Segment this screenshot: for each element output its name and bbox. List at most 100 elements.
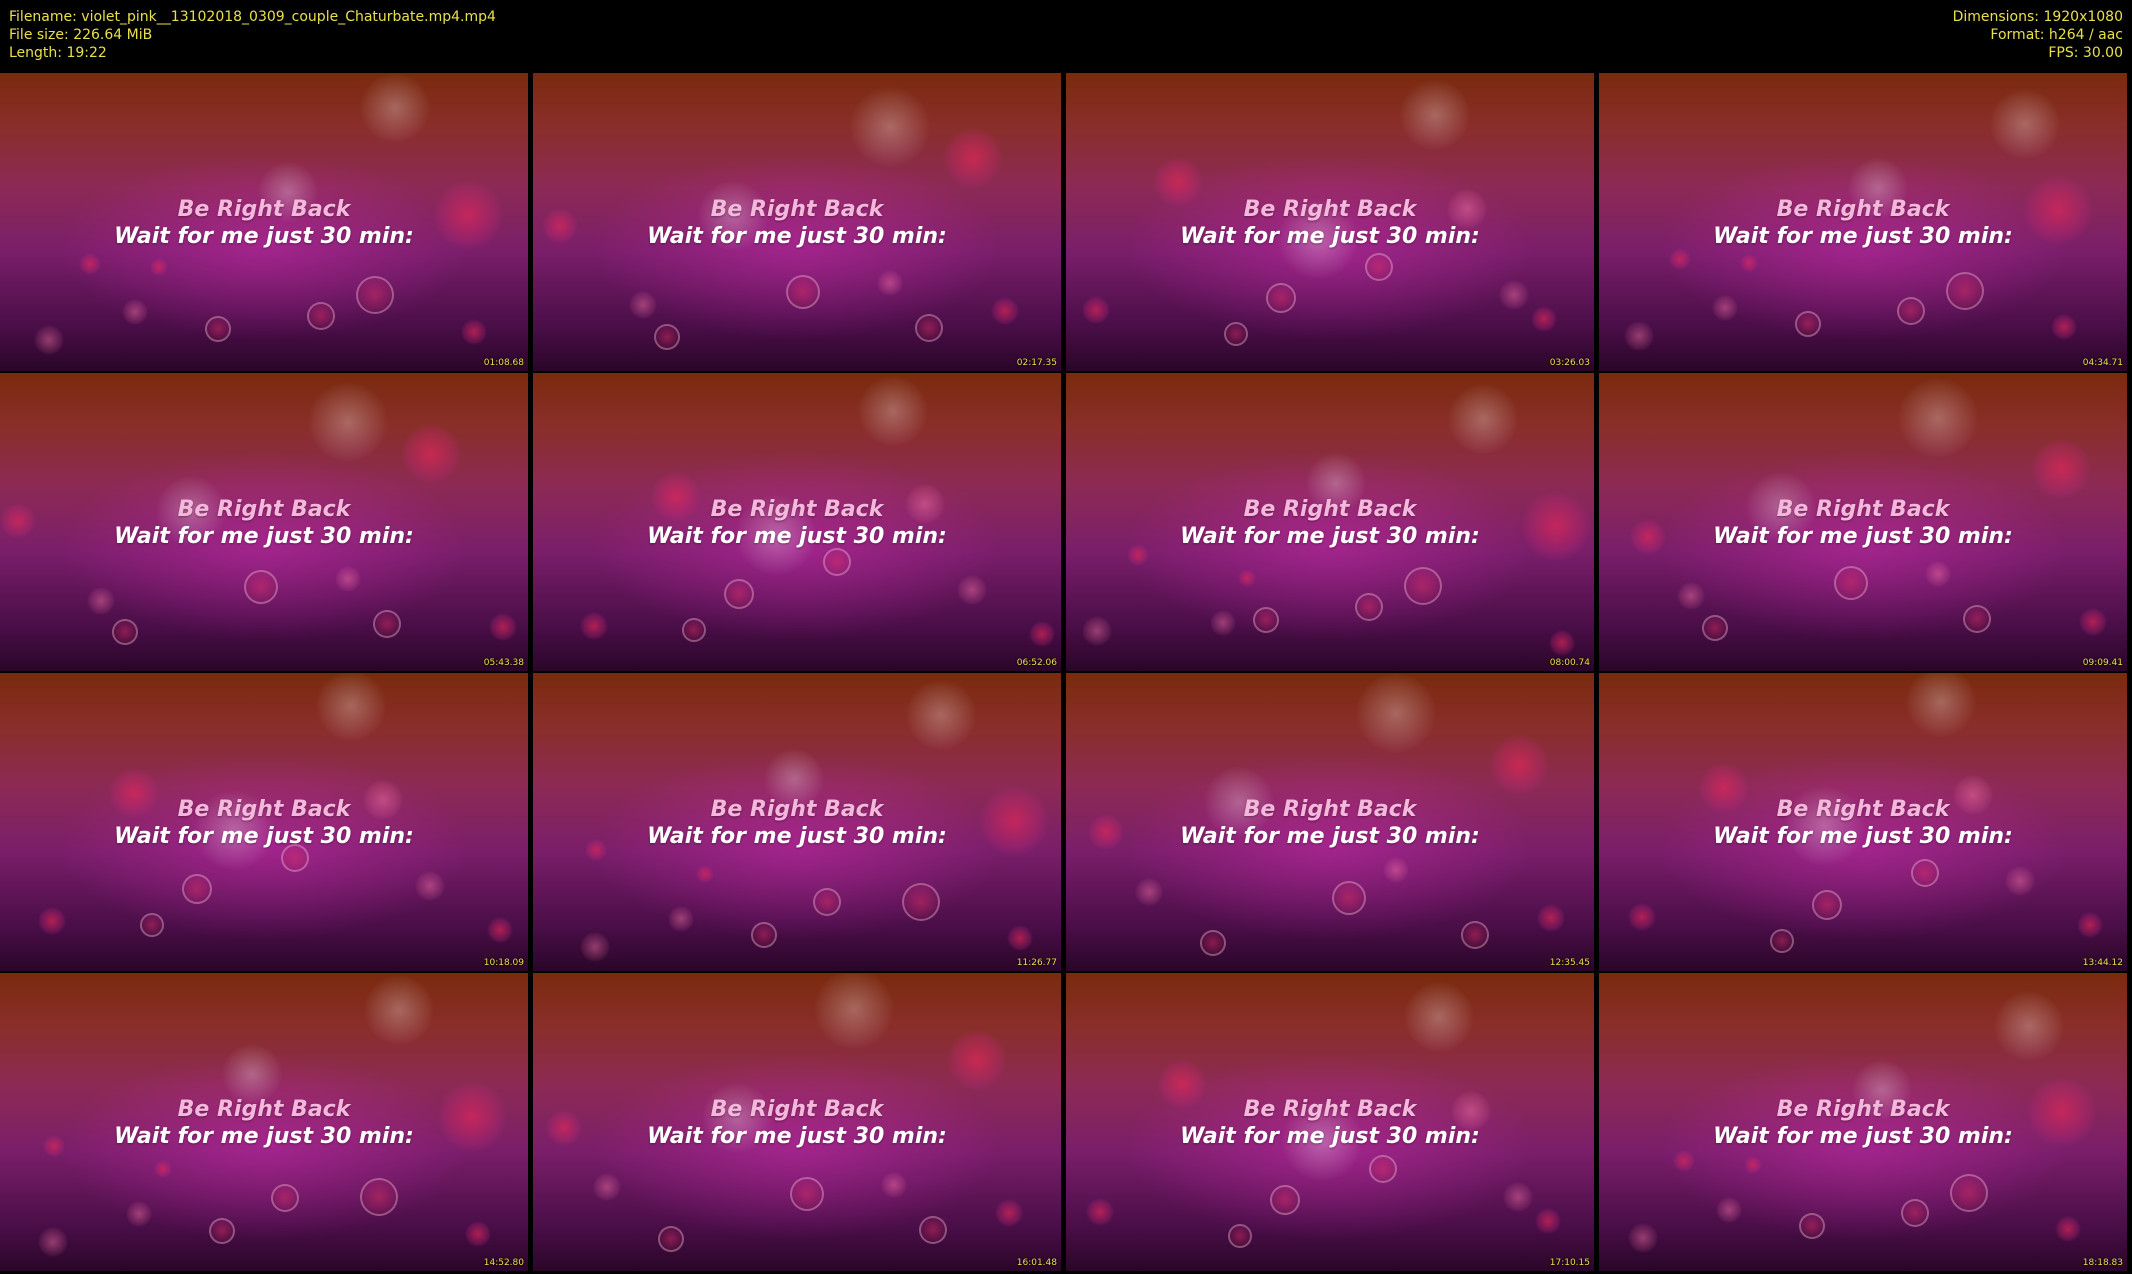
- bokeh-particle: [580, 611, 608, 640]
- caption-be-right-back: Be Right Back: [1243, 197, 1417, 222]
- thumbnail-timestamp: 10:18.09: [483, 958, 524, 968]
- bokeh-particle: [209, 1217, 235, 1244]
- caption-be-right-back: Be Right Back: [1776, 797, 1950, 822]
- bokeh-particle: [1740, 253, 1758, 272]
- bokeh-particle: [308, 382, 388, 462]
- bokeh-particle: [2031, 439, 2091, 499]
- bokeh-particle: [307, 301, 335, 330]
- bokeh-particle: [1082, 296, 1110, 324]
- caption-be-right-back: Be Right Back: [177, 1097, 351, 1122]
- bokeh-particle: [1461, 920, 1489, 949]
- bokeh-particle: [79, 252, 101, 275]
- caption-wait-message: Wait for me just 30 min:: [647, 824, 947, 849]
- bokeh-particle: [2077, 912, 2103, 938]
- caption-wait-message: Wait for me just 30 min:: [114, 1124, 414, 1149]
- file-size-text: File size: 226.64 MiB: [9, 27, 153, 43]
- fps-text: FPS: 30.00: [2048, 45, 2123, 61]
- bokeh-particle: [205, 315, 231, 342]
- thumbnail-timestamp: 05:43.38: [483, 658, 524, 668]
- bokeh-particle: [1082, 616, 1112, 646]
- thumbnail-timestamp: 08:00.74: [1549, 658, 1590, 668]
- bokeh-particle: [126, 1201, 152, 1227]
- bokeh-particle: [1925, 561, 1951, 587]
- thumbnail-timestamp: 16:01.48: [1016, 1258, 1057, 1268]
- bokeh-particle: [995, 1199, 1023, 1227]
- video-thumbnail: Be Right Back Wait for me just 30 min: 03:…: [1066, 73, 1594, 371]
- bokeh-particle: [1669, 248, 1691, 270]
- thumbnail-timestamp: 02:17.35: [1016, 358, 1057, 368]
- video-thumbnail: Be Right Back Wait for me just 30 min: 12:…: [1066, 673, 1594, 971]
- bokeh-particle: [364, 975, 434, 1045]
- video-thumbnail: Be Right Back Wait for me just 30 min: 09:…: [1599, 373, 2127, 671]
- video-thumbnail: Be Right Back Wait for me just 30 min: 01:…: [0, 73, 528, 371]
- bokeh-particle: [1503, 1181, 1533, 1212]
- bokeh-particle: [991, 297, 1019, 325]
- contact-sheet-header: Filename: violet_pink__13102018_0309_cou…: [0, 0, 2132, 72]
- bokeh-particle: [943, 128, 1003, 188]
- thumbnail-timestamp: 04:34.71: [2082, 358, 2123, 368]
- bokeh-particle: [1537, 903, 1565, 932]
- caption-be-right-back: Be Right Back: [1243, 1097, 1417, 1122]
- bokeh-particle: [654, 323, 680, 350]
- file-info-right: Dimensions: 1920x1080 Format: h264 / aac…: [1953, 8, 2123, 62]
- bokeh-particle: [1897, 297, 1925, 325]
- bokeh-particle: [823, 548, 851, 576]
- bokeh-particle: [1963, 605, 1991, 633]
- bokeh-particle: [915, 314, 943, 342]
- bokeh-particle: [668, 905, 694, 932]
- bokeh-particle: [751, 922, 777, 948]
- bokeh-particle: [850, 86, 930, 167]
- caption-be-right-back: Be Right Back: [177, 497, 351, 522]
- bokeh-particle: [1355, 592, 1383, 621]
- bokeh-particle: [724, 578, 754, 609]
- bokeh-particle: [1383, 856, 1409, 883]
- bokeh-particle: [34, 325, 64, 355]
- bokeh-particle: [244, 570, 278, 604]
- bokeh-particle: [1950, 1173, 1988, 1212]
- filename-text: Filename: violet_pink__13102018_0309_cou…: [9, 9, 496, 25]
- bokeh-particle: [1946, 271, 1984, 310]
- bokeh-particle: [38, 1227, 68, 1257]
- caption-wait-message: Wait for me just 30 min:: [114, 824, 414, 849]
- bokeh-particle: [461, 318, 487, 345]
- bokeh-particle: [682, 617, 706, 642]
- caption-wait-message: Wait for me just 30 min:: [1713, 1124, 2013, 1149]
- bokeh-particle: [150, 258, 168, 276]
- caption-wait-message: Wait for me just 30 min:: [114, 524, 414, 549]
- bokeh-particle: [629, 291, 657, 319]
- caption-be-right-back: Be Right Back: [177, 797, 351, 822]
- bokeh-particle: [1716, 1196, 1742, 1223]
- caption-wait-message: Wait for me just 30 min:: [1180, 524, 1480, 549]
- caption-wait-message: Wait for me just 30 min:: [114, 224, 414, 249]
- bokeh-particle: [316, 673, 386, 741]
- bokeh-particle: [271, 1183, 299, 1212]
- thumbnail-timestamp: 03:26.03: [1549, 358, 1590, 368]
- video-thumbnail: Be Right Back Wait for me just 30 min: 16:…: [533, 973, 1061, 1271]
- bokeh-particle: [813, 888, 841, 916]
- caption-wait-message: Wait for me just 30 min:: [1180, 1124, 1480, 1149]
- bokeh-particle: [858, 375, 928, 446]
- video-thumbnail: Be Right Back Wait for me just 30 min: 04:…: [1599, 73, 2127, 371]
- bokeh-particle: [1834, 565, 1868, 600]
- video-thumbnail: Be Right Back Wait for me just 30 min: 17:…: [1066, 973, 1594, 1271]
- bokeh-particle: [1448, 384, 1518, 454]
- bokeh-particle: [1404, 982, 1474, 1052]
- bokeh-particle: [122, 299, 148, 325]
- caption-wait-message: Wait for me just 30 min:: [1713, 824, 2013, 849]
- bokeh-particle: [1224, 322, 1248, 346]
- caption-wait-message: Wait for me just 30 min:: [647, 1124, 947, 1149]
- bokeh-particle: [112, 619, 138, 645]
- thumbnail-timestamp: 06:52.06: [1016, 658, 1057, 668]
- caption-be-right-back: Be Right Back: [710, 497, 884, 522]
- bokeh-particle: [1712, 294, 1738, 321]
- bokeh-particle: [1135, 877, 1163, 906]
- video-thumbnail: Be Right Back Wait for me just 30 min: 11:…: [533, 673, 1061, 971]
- bokeh-particle: [1369, 1154, 1397, 1183]
- video-thumbnail: Be Right Back Wait for me just 30 min: 14:…: [0, 973, 528, 1271]
- bokeh-particle: [1253, 606, 1279, 633]
- caption-be-right-back: Be Right Back: [177, 197, 351, 222]
- bokeh-particle: [182, 874, 212, 904]
- bokeh-particle: [360, 1178, 398, 1216]
- caption-be-right-back: Be Right Back: [710, 1097, 884, 1122]
- bokeh-particle: [2079, 608, 2107, 636]
